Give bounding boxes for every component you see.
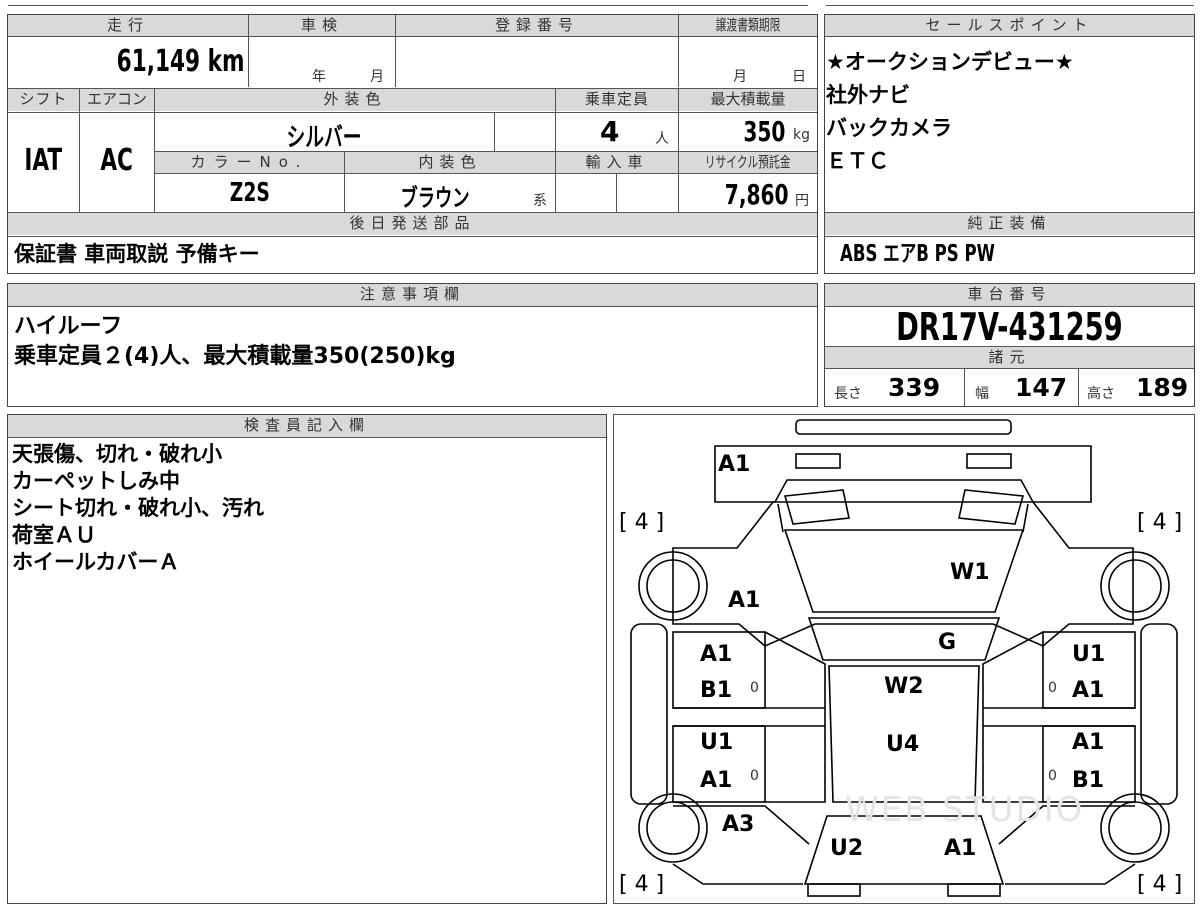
rear-lamp-right [966, 453, 1012, 469]
color-no-header: カラーNo. [155, 152, 344, 173]
recycle-value: 7,860 [725, 178, 789, 211]
mileage-value: 61,149 km [116, 44, 244, 79]
notes-list: ハイルーフ 乗車定員２(4)人、最大積載量350(250)kg [14, 312, 456, 372]
transfer-day: 日 [792, 69, 806, 85]
tire-rear-right-label: [ 4 ] [1137, 510, 1183, 535]
notes-header: 注意事項欄 [8, 284, 817, 306]
max-load-unit: kg [793, 127, 810, 143]
right-rocker [1140, 623, 1178, 805]
later-parts-header: 後日発送部品 [8, 213, 817, 235]
aircon-value: AC [100, 143, 134, 178]
rear-body-outline [672, 501, 1134, 647]
sales-points-header: セールスポイント [825, 15, 1194, 36]
rear-left-door-grade-2: B1 [700, 678, 733, 703]
note-item: ハイルーフ [14, 314, 123, 339]
rear-bumper [795, 419, 1012, 435]
front-left-fender-grade: A3 [722, 812, 755, 837]
rear-glass-left [783, 489, 850, 525]
length-value: 339 [888, 373, 941, 402]
inspector-note-item: カーペットしみ中 [12, 469, 180, 493]
recycle-header: リサイクル預託金 [679, 152, 817, 173]
import-header: 輸入車 [556, 152, 678, 173]
rear-right-door-grade-1: U1 [1072, 642, 1106, 667]
rear-lamp-left [795, 453, 841, 469]
tire-front-left-label: [ 4 ] [619, 872, 665, 897]
zero-mark: 0 [1048, 680, 1057, 696]
sales-point-item: バックカメラ [826, 116, 952, 140]
inspector-note-item: 天張傷、切れ・破れ小 [12, 442, 222, 466]
front-left-door-grade-2: A1 [700, 768, 733, 793]
aircon-header: エアコン [80, 89, 154, 111]
capacity-header: 乗車定員 [556, 89, 678, 111]
genuine-equipment-value: ABS エアB PS PW [840, 241, 995, 267]
roof-grade: G [938, 630, 957, 655]
later-parts-value: 保証書 車両取説 予備キー [14, 242, 260, 266]
transfer-month: 月 [733, 69, 747, 85]
cabin-glass-grade: W2 [884, 674, 924, 699]
tire-rear-left-label: [ 4 ] [619, 510, 665, 535]
height-value: 189 [1136, 373, 1189, 402]
inspection-month: 月 [370, 69, 384, 85]
mileage-header: 走行 [8, 15, 248, 36]
watermark: WEB STUDIO [845, 790, 1085, 830]
front-left-door-grade-1: U1 [700, 730, 734, 755]
rear-glass-right [958, 489, 1025, 525]
top-strip-line [8, 5, 808, 6]
shift-header: シフト [8, 89, 79, 111]
interior-suffix: 系 [533, 193, 547, 209]
registration-header: 登録番号 [396, 15, 678, 36]
inspector-note-item: シート切れ・破れ小、汚れ [12, 496, 264, 520]
genuine-equipment-header: 純正装備 [825, 213, 1194, 235]
exterior-color-header: 外装色 [155, 89, 555, 111]
recycle-unit: 円 [795, 193, 809, 209]
specs-header: 諸元 [825, 347, 1194, 368]
sales-point-item: ＥＴＣ [826, 149, 889, 173]
max-load-header: 最大積載量 [679, 89, 817, 111]
hood-grade-left: U2 [830, 836, 864, 861]
rear-right-door-grade-2: A1 [1072, 678, 1105, 703]
zero-mark: 0 [750, 768, 759, 784]
interior-color-header: 内装色 [345, 152, 555, 173]
zero-mark: 0 [750, 680, 759, 696]
tire-front-right-label: [ 4 ] [1137, 872, 1183, 897]
front-right-door-grade-1: A1 [1072, 730, 1105, 755]
chassis-header: 車台番号 [825, 284, 1194, 306]
left-quarter-grade: A1 [728, 588, 761, 613]
height-label: 高さ [1087, 386, 1115, 402]
hood-grade-right: A1 [944, 836, 977, 861]
rear-glass-grade: W1 [950, 560, 990, 585]
wheel-front-left [638, 793, 708, 863]
capacity-value: 4 [600, 115, 620, 148]
rear-panel-grade: A1 [718, 452, 751, 477]
sales-point-item: ★オークションデビュー★ [826, 50, 1074, 74]
transfer-header: 譲渡書類期限 [679, 15, 817, 36]
rear-left-door-grade-1: A1 [700, 642, 733, 667]
zero-mark: 0 [1048, 768, 1057, 784]
left-rocker [630, 623, 668, 805]
interior-color-value: ブラウン [400, 184, 470, 212]
cabin-floor-grade: U4 [886, 732, 920, 757]
width-label: 幅 [975, 386, 989, 402]
sales-points-list: ★オークションデビュー★ 社外ナビ バックカメラ ＥＴＣ [826, 46, 1074, 178]
inspection-header: 車検 [249, 15, 395, 36]
wheel-front-right [1100, 793, 1170, 863]
inspection-year: 年 [312, 69, 326, 85]
width-value: 147 [1015, 373, 1068, 402]
inspector-header: 検査員記入欄 [8, 415, 606, 437]
sales-point-item: 社外ナビ [826, 83, 910, 107]
rear-door-panel [714, 445, 1092, 503]
chassis-no-value: DR17V-431259 [896, 305, 1123, 349]
note-item: 乗車定員２(4)人、最大積載量350(250)kg [14, 344, 456, 369]
color-no-value: Z2S [229, 178, 270, 208]
wheel-rear-right [1100, 551, 1170, 621]
top-strip-line-right [826, 5, 1194, 6]
inspector-notes-list: 天張傷、切れ・破れ小 カーペットしみ中 シート切れ・破れ小、汚れ 荷室ＡＵ ホイ… [12, 441, 264, 576]
max-load-value: 350 [742, 115, 785, 148]
inspector-note-item: ホイールカバーＡ [12, 550, 180, 574]
exterior-color-value: シルバー [287, 123, 362, 153]
capacity-unit: 人 [655, 131, 669, 147]
inspector-note-item: 荷室ＡＵ [12, 523, 96, 547]
length-label: 長さ [834, 386, 862, 402]
shift-value: IAT [24, 143, 63, 178]
